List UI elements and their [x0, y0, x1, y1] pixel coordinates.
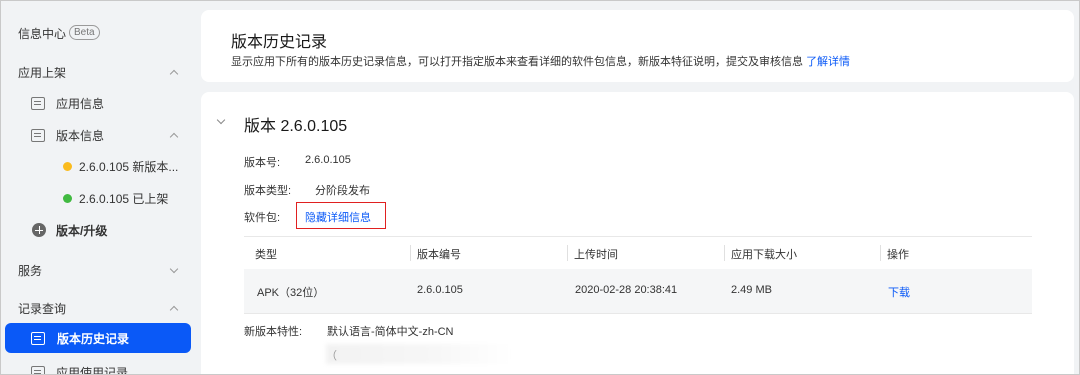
features-label: 新版本特性: [244, 326, 303, 338]
sidebar-section-label: 记录查询 [18, 301, 67, 316]
chevron-up-icon [169, 132, 179, 141]
chevron-down-icon [169, 264, 179, 273]
sidebar-item-version-upgrade[interactable]: 版本/升级 [2, 215, 195, 245]
sidebar-item-version-info[interactable]: 版本信息 [2, 120, 195, 150]
table-header-size: 应用下载大小 [731, 249, 797, 261]
download-link[interactable]: 下载 [888, 284, 910, 300]
table-header-upload-time: 上传时间 [574, 249, 618, 261]
package-label: 软件包: [244, 212, 281, 224]
page-description-text: 显示应用下所有的版本历史记录信息，可以打开指定版本来查看详细的软件包信息，新版本… [231, 56, 803, 68]
sidebar-item-version-new[interactable]: 2.6.0.105 新版本... [2, 151, 195, 181]
column-divider [724, 245, 725, 261]
sidebar: 信息中心 Beta 应用上架 应用信息 版本信息 2.6.0.105 新版本..… [2, 2, 195, 375]
sidebar-item-app-usage[interactable]: 应用使用记录 [2, 357, 195, 375]
sidebar-section-label: 应用上架 [18, 65, 67, 80]
page-header-card: 版本历史记录 显示应用下所有的版本历史记录信息，可以打开指定版本来查看详细的软件… [201, 10, 1074, 82]
table-header-action: 操作 [887, 249, 909, 261]
version-info-icon [31, 128, 45, 142]
sidebar-item-label: 信息中心 [18, 26, 67, 41]
document-icon [31, 331, 45, 345]
sidebar-item-version-history[interactable]: 版本历史记录 [5, 323, 191, 353]
row-version: 2.6.0.105 [417, 284, 463, 296]
sidebar-item-version-released[interactable]: 2.6.0.105 已上架 [2, 183, 195, 213]
collapse-chevron-icon[interactable] [216, 115, 226, 125]
table-header-version: 版本编号 [417, 249, 461, 261]
blurred-content [326, 344, 511, 364]
sidebar-item-label: 版本信息 [56, 128, 105, 143]
beta-badge: Beta [69, 25, 100, 40]
column-divider [567, 245, 568, 261]
table-bottom-divider [244, 313, 1032, 314]
sidebar-section-record-query[interactable]: 记录查询 [2, 293, 195, 323]
sidebar-item-label: 应用使用记录 [56, 365, 129, 375]
sidebar-item-label: 版本/升级 [56, 223, 108, 238]
status-dot-icon [63, 193, 72, 203]
features-extra: （ [326, 350, 337, 362]
sidebar-item-label: 2.6.0.105 已上架 [79, 191, 169, 206]
sidebar-item-label: 2.6.0.105 新版本... [79, 159, 179, 174]
add-circle-icon [32, 223, 46, 237]
usage-record-icon [31, 365, 45, 374]
version-number-value: 2.6.0.105 [305, 154, 351, 166]
features-value: 默认语言-简体中文-zh-CN [327, 326, 454, 338]
version-number-label: 版本号: [244, 157, 281, 169]
sidebar-section-app-release[interactable]: 应用上架 [2, 57, 195, 87]
page-title: 版本历史记录 [231, 34, 328, 51]
sidebar-item-info-center[interactable]: 信息中心 Beta [2, 18, 195, 48]
status-dot-icon [63, 161, 72, 171]
app-window: 信息中心 Beta 应用上架 应用信息 版本信息 2.6.0.105 新版本..… [0, 0, 1080, 375]
row-size: 2.49 MB [731, 284, 772, 296]
version-type-value: 分阶段发布 [315, 185, 370, 197]
sidebar-section-label: 服务 [18, 263, 43, 278]
chevron-up-icon [169, 69, 179, 78]
sidebar-item-app-info[interactable]: 应用信息 [2, 88, 195, 118]
table-header-type: 类型 [255, 249, 277, 261]
row-upload-time: 2020-02-28 20:38:41 [575, 284, 678, 296]
hide-details-link[interactable]: 隐藏详细信息 [305, 209, 371, 225]
sidebar-section-service[interactable]: 服务 [2, 255, 195, 285]
column-divider [410, 245, 411, 261]
app-info-icon [31, 96, 45, 110]
table-top-divider [244, 236, 1032, 237]
sidebar-item-label: 应用信息 [56, 96, 105, 111]
column-divider [880, 245, 881, 261]
version-card: 版本 2.6.0.105 版本号: 2.6.0.105 版本类型: 分阶段发布 … [201, 92, 1074, 374]
version-type-label: 版本类型: [244, 185, 292, 197]
learn-more-link[interactable]: 了解详情 [806, 56, 850, 68]
version-title: 版本 2.6.0.105 [244, 118, 348, 135]
chevron-up-icon [169, 305, 179, 314]
page-description: 显示应用下所有的版本历史记录信息，可以打开指定版本来查看详细的软件包信息，新版本… [231, 53, 850, 69]
row-type: APK（32位） [257, 287, 325, 299]
sidebar-item-label: 版本历史记录 [57, 331, 130, 346]
